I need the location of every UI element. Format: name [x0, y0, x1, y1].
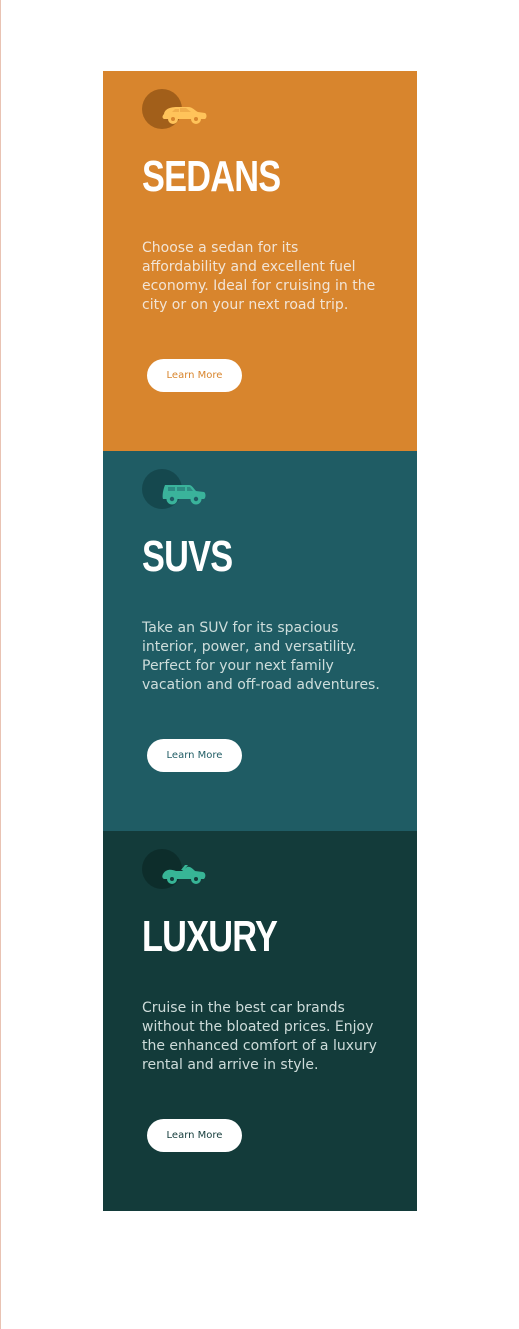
- sedans-title: SEDANS: [142, 152, 281, 201]
- luxury-learn-more-button[interactable]: Learn More: [147, 1119, 242, 1152]
- sedan-icon-badge: [142, 89, 212, 131]
- car-category-cards: SEDANS Choose a sedan for its affordabil…: [103, 71, 417, 1211]
- luxury-description: Cruise in the best car brands without th…: [142, 1000, 377, 1073]
- suvs-card: SUVS Take an SUV for its spacious interi…: [103, 451, 417, 831]
- suv-car-icon: [162, 485, 206, 505]
- sedans-learn-more-button[interactable]: Learn More: [147, 359, 242, 392]
- sedans-card: SEDANS Choose a sedan for its affordabil…: [103, 71, 417, 451]
- luxury-title: LUXURY: [142, 912, 278, 961]
- suvs-description: Take an SUV for its spacious interior, p…: [142, 620, 380, 693]
- luxury-car-icon: [162, 865, 206, 884]
- luxury-icon-badge: [142, 849, 212, 891]
- left-edge-line: [0, 0, 1, 1329]
- suv-icon-badge: [142, 469, 212, 511]
- luxury-card: LUXURY Cruise in the best car brands wit…: [103, 831, 417, 1211]
- sedans-description: Choose a sedan for its affordability and…: [142, 240, 376, 313]
- suvs-title: SUVS: [142, 532, 233, 581]
- suvs-learn-more-button[interactable]: Learn More: [147, 739, 242, 772]
- sedan-car-icon: [162, 107, 207, 124]
